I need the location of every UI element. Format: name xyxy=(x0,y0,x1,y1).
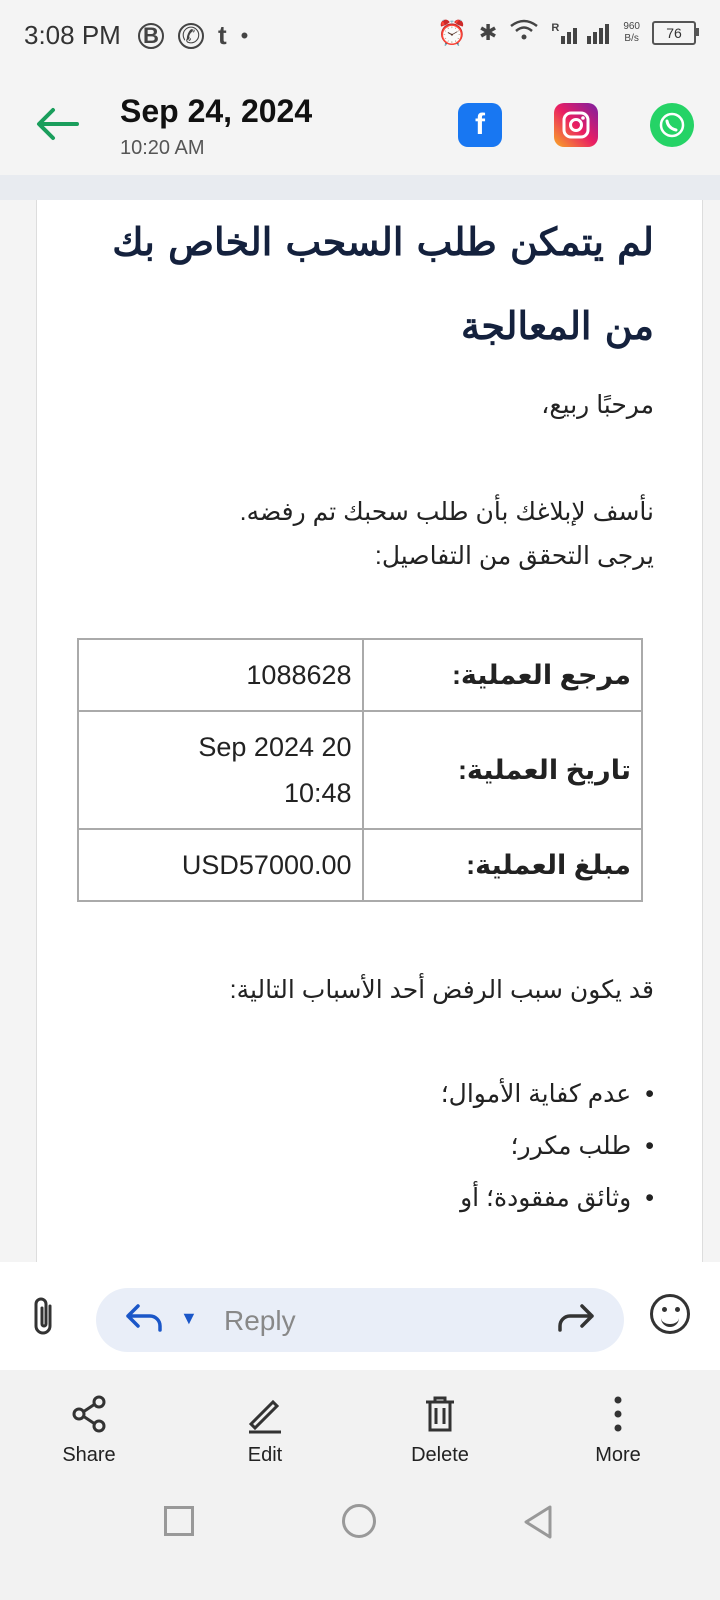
more-icon xyxy=(563,1392,673,1436)
list-item: وثائق مفقودة؛ أو xyxy=(74,1172,654,1224)
reply-placeholder: Reply xyxy=(224,1305,296,1336)
reply-bar: ▼ Reply xyxy=(0,1262,720,1370)
wifi-icon xyxy=(509,18,539,48)
email-body: لم يتمكن طلب السحب الخاص بك من المعالجة … xyxy=(36,200,703,1262)
body-line-1: نأسف لإبلاغك بأن طلب سحبك تم رفضه. xyxy=(239,498,654,526)
list-item: عدم كفاية الأموال؛ xyxy=(74,1068,654,1120)
table-row: مبلغ العملية: USD57000.00 xyxy=(77,828,644,902)
reasons-list: عدم كفاية الأموال؛ طلب مكرر؛ وثائق مفقود… xyxy=(74,1068,654,1224)
instagram-icon[interactable] xyxy=(554,103,598,147)
delete-icon xyxy=(385,1392,495,1436)
b-app-icon: B xyxy=(138,22,164,49)
table-value: 1088628 xyxy=(77,638,364,712)
chevron-down-icon[interactable]: ▼ xyxy=(180,1308,198,1329)
message-date: Sep 24, 2024 xyxy=(120,93,313,129)
edit-button[interactable]: Edit xyxy=(210,1392,320,1467)
action-bar: Share Edit Delete More xyxy=(0,1370,720,1478)
reply-icon[interactable] xyxy=(124,1302,164,1342)
more-button[interactable]: More xyxy=(563,1392,673,1467)
reply-input[interactable]: ▼ Reply xyxy=(96,1288,624,1352)
signal-icon: R xyxy=(551,22,611,44)
whatsapp-icon[interactable] xyxy=(650,103,694,147)
emoji-icon[interactable] xyxy=(650,1294,690,1334)
table-label: مبلغ العملية: xyxy=(361,828,644,902)
network-speed: 960 B/s xyxy=(623,21,640,44)
back-arrow-icon[interactable] xyxy=(32,99,82,149)
signal-label: R xyxy=(551,22,560,34)
header-divider xyxy=(0,175,720,200)
share-icon xyxy=(34,1392,144,1436)
message-header: Sep 24, 2024 10:20 AM f xyxy=(0,75,720,175)
table-value: USD57000.00 xyxy=(77,828,364,902)
whatsapp-status-icon: ✆ xyxy=(178,22,204,49)
reasons-intro: قد يكون سبب الرفض أحد الأسباب التالية: xyxy=(229,976,654,1004)
table-label: تاريخ العملية: xyxy=(361,710,644,830)
greeting: مرحبًا ربيع، xyxy=(541,391,654,419)
share-button[interactable]: Share xyxy=(34,1392,144,1467)
back-button[interactable] xyxy=(522,1504,554,1545)
recents-button[interactable] xyxy=(164,1506,194,1536)
table-value: Sep 2024 20 10:48 xyxy=(77,710,364,830)
email-title: لم يتمكن طلب السحب الخاص بك من المعالجة xyxy=(112,219,654,348)
facebook-icon[interactable]: f xyxy=(458,103,502,147)
tumblr-icon: t xyxy=(218,20,227,50)
status-bar: 3:08 PM B ✆ t • ⏰ ✱ R 960 B/s 76 xyxy=(0,0,720,75)
system-nav-bar xyxy=(0,1478,720,1600)
list-item: طلب مكرر؛ xyxy=(74,1120,654,1172)
body-line-2: يرجى التحقق من التفاصيل: xyxy=(374,542,654,570)
table-row: مرجع العملية: 1088628 xyxy=(77,638,644,712)
battery-indicator: 76 xyxy=(652,21,699,45)
status-time: 3:08 PM xyxy=(24,20,121,50)
transaction-table: مرجع العملية: 1088628 تاريخ العملية: Sep… xyxy=(77,638,644,902)
dot-icon: • xyxy=(240,22,249,48)
attach-icon[interactable] xyxy=(28,1294,58,1347)
delete-button[interactable]: Delete xyxy=(385,1392,495,1467)
table-label: مرجع العملية: xyxy=(361,638,644,712)
bluetooth-icon: ✱ xyxy=(478,20,498,45)
alarm-icon: ⏰ xyxy=(437,19,467,47)
edit-icon xyxy=(210,1392,320,1436)
table-row: تاريخ العملية: Sep 2024 20 10:48 xyxy=(77,710,644,830)
email-paragraph: نأسف لإبلاغك بأن طلب سحبك تم رفضه. يرجى … xyxy=(54,490,654,578)
home-button[interactable] xyxy=(342,1504,376,1538)
forward-icon[interactable] xyxy=(556,1302,596,1342)
message-time: 10:20 AM xyxy=(120,137,205,159)
